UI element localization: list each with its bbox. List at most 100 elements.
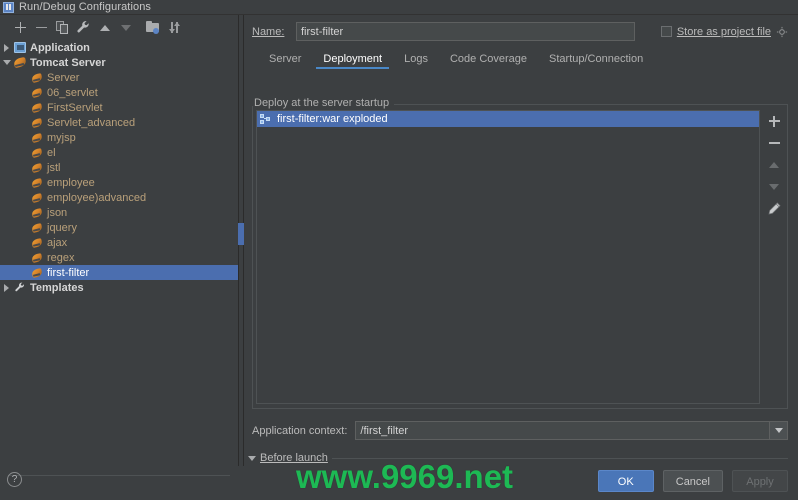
tomcat-small-icon bbox=[30, 131, 44, 144]
chevron-right-icon[interactable] bbox=[0, 43, 13, 52]
deploy-group-label: Deploy at the server startup bbox=[254, 97, 395, 109]
tree-item-templates[interactable]: Templates bbox=[0, 280, 238, 295]
arrow-up-icon bbox=[769, 162, 779, 168]
tab-startup-connection[interactable]: Startup/Connection bbox=[538, 49, 654, 69]
tree-item-firstservlet[interactable]: FirstServlet bbox=[0, 100, 238, 115]
wrench-icon bbox=[77, 21, 89, 33]
tree-item-application[interactable]: Application bbox=[0, 40, 238, 55]
tree-item-label: Server bbox=[47, 71, 80, 84]
add-configuration-button[interactable] bbox=[10, 17, 31, 38]
dialog-content: Application Tomcat Server Server 06_servlet… bbox=[0, 15, 798, 476]
tree-item-myjsp[interactable]: myjsp bbox=[0, 130, 238, 145]
tree-item-label: Templates bbox=[30, 281, 84, 294]
configuration-editor: Name: Store as project file ServerDeploy… bbox=[244, 15, 798, 466]
chevron-right-icon[interactable] bbox=[0, 283, 13, 292]
sort-configurations-button[interactable] bbox=[164, 17, 185, 38]
tree-item-first-filter[interactable]: first-filter bbox=[0, 265, 238, 280]
deployment-list[interactable]: first-filter:war exploded bbox=[256, 110, 760, 404]
tree-item-label: employee)advanced bbox=[47, 191, 147, 204]
configurations-tree[interactable]: Application Tomcat Server Server 06_servlet… bbox=[0, 40, 238, 466]
ok-button[interactable]: OK bbox=[597, 470, 654, 492]
tree-item-server[interactable]: Server bbox=[0, 70, 238, 85]
store-as-project-file-checkbox[interactable] bbox=[660, 26, 672, 37]
application-context-label: Application context: bbox=[252, 424, 348, 437]
tomcat-small-icon bbox=[30, 266, 44, 279]
tab-deployment[interactable]: Deployment bbox=[312, 49, 393, 69]
remove-artifact-button[interactable] bbox=[763, 132, 785, 154]
name-row: Name: Store as project file bbox=[252, 19, 788, 44]
store-as-project-file-label: Store as project file bbox=[676, 25, 771, 38]
copy-configuration-button[interactable] bbox=[52, 17, 73, 38]
application-icon bbox=[13, 41, 27, 54]
move-artifact-up-button bbox=[763, 154, 785, 176]
edit-artifact-button[interactable] bbox=[763, 198, 785, 220]
tomcat-small-icon bbox=[30, 146, 44, 159]
apply-button: Apply bbox=[732, 470, 788, 492]
configurations-panel: Application Tomcat Server Server 06_servlet… bbox=[0, 15, 238, 476]
tree-item-el[interactable]: el bbox=[0, 145, 238, 160]
tree-item-label: Servlet_advanced bbox=[47, 116, 136, 129]
tree-item-label: el bbox=[47, 146, 56, 159]
arrow-down-icon bbox=[120, 24, 131, 31]
chevron-down-icon[interactable] bbox=[769, 422, 787, 439]
deployment-list-buttons bbox=[762, 110, 786, 220]
tree-item-tomcat-server[interactable]: Tomcat Server bbox=[0, 55, 238, 70]
tab-code-coverage[interactable]: Code Coverage bbox=[439, 49, 538, 69]
pencil-icon bbox=[768, 202, 781, 215]
window-title-bar: Run/Debug Configurations bbox=[0, 0, 798, 15]
move-up-button[interactable] bbox=[94, 17, 115, 38]
application-context-combo[interactable]: /first_filter bbox=[355, 421, 788, 440]
tree-item-label: Application bbox=[30, 41, 90, 54]
tree-item-label: myjsp bbox=[47, 131, 76, 144]
move-artifact-down-button bbox=[763, 176, 785, 198]
edit-templates-button[interactable] bbox=[73, 17, 94, 38]
arrow-down-icon bbox=[769, 184, 779, 190]
tree-item-jstl[interactable]: jstl bbox=[0, 160, 238, 175]
gear-icon[interactable] bbox=[776, 26, 788, 38]
tree-item-label: jstl bbox=[47, 161, 61, 174]
tomcat-icon bbox=[13, 56, 27, 69]
move-down-button[interactable] bbox=[115, 17, 136, 38]
before-launch-label: Before launch bbox=[260, 452, 328, 464]
editor-tabs[interactable]: Server Deployment Logs Code Coverage Startup… bbox=[252, 47, 788, 69]
tomcat-small-icon bbox=[30, 101, 44, 114]
arrow-up-icon bbox=[99, 24, 110, 31]
cancel-button[interactable]: Cancel bbox=[662, 470, 723, 492]
application-context-value[interactable]: /first_filter bbox=[356, 425, 769, 437]
configurations-toolbar bbox=[0, 15, 238, 40]
chevron-down-icon[interactable] bbox=[0, 60, 13, 65]
tree-item-label: Tomcat Server bbox=[30, 56, 106, 69]
tomcat-small-icon bbox=[30, 206, 44, 219]
dialog-buttons: OK Cancel Apply bbox=[597, 470, 788, 492]
tree-item-jquery[interactable]: jquery bbox=[0, 220, 238, 235]
before-launch-section[interactable]: Before launch bbox=[248, 452, 788, 464]
name-input[interactable] bbox=[296, 22, 635, 41]
store-as-project-file-row[interactable]: Store as project file bbox=[660, 25, 788, 38]
tab-server[interactable]: Server bbox=[258, 49, 312, 69]
tomcat-small-icon bbox=[30, 71, 44, 84]
chevron-down-icon[interactable] bbox=[248, 455, 256, 461]
tab-logs[interactable]: Logs bbox=[393, 49, 439, 69]
tomcat-small-icon bbox=[30, 236, 44, 249]
tree-item-regex[interactable]: regex bbox=[0, 250, 238, 265]
deployment-list-row[interactable]: first-filter:war exploded bbox=[257, 111, 759, 127]
tree-item-ajax[interactable]: ajax bbox=[0, 235, 238, 250]
tree-item-label: jquery bbox=[47, 221, 77, 234]
tree-item-06-servlet[interactable]: 06_servlet bbox=[0, 85, 238, 100]
dialog-bottom-bar: ? OK Cancel Apply bbox=[0, 466, 798, 500]
before-launch-divider bbox=[331, 457, 788, 459]
name-label: Name: bbox=[252, 25, 285, 38]
help-button[interactable]: ? bbox=[7, 472, 22, 487]
move-into-folder-button[interactable] bbox=[143, 17, 164, 38]
tree-item-employee-advanced[interactable]: employee)advanced bbox=[0, 190, 238, 205]
tree-item-servlet-advanced[interactable]: Servlet_advanced bbox=[0, 115, 238, 130]
remove-configuration-button[interactable] bbox=[31, 17, 52, 38]
wrench-icon bbox=[13, 281, 27, 294]
tree-item-label: first-filter bbox=[47, 266, 90, 279]
tree-item-json[interactable]: json bbox=[0, 205, 238, 220]
add-artifact-button[interactable] bbox=[763, 110, 785, 132]
deploy-group: Deploy at the server startup first-filte… bbox=[252, 97, 788, 409]
tree-item-label: ajax bbox=[47, 236, 68, 249]
tomcat-small-icon bbox=[30, 176, 44, 189]
tree-item-employee[interactable]: employee bbox=[0, 175, 238, 190]
